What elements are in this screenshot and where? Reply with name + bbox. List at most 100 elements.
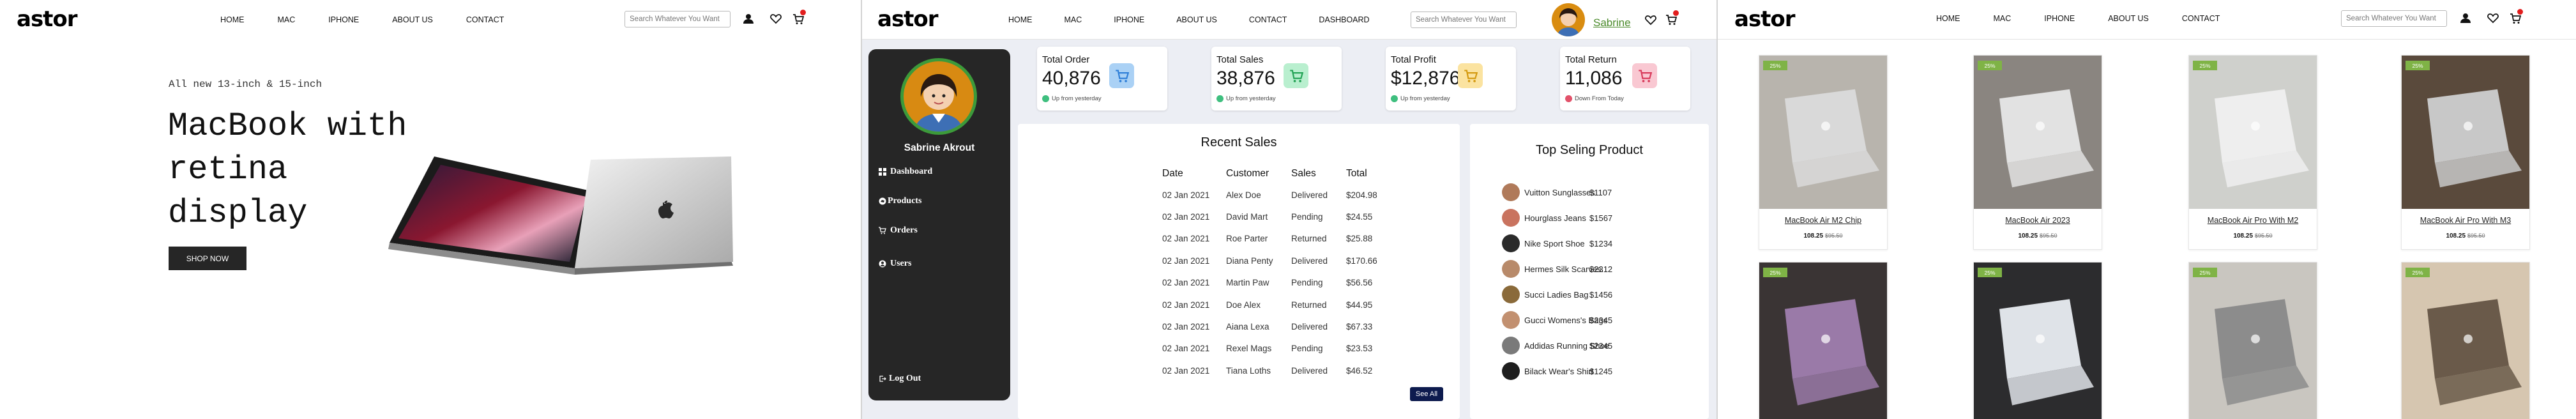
nav-dashboard[interactable]: DASHBOARD xyxy=(1319,15,1369,24)
nav-iphone[interactable]: IPHONE xyxy=(2044,14,2075,23)
user-name-link[interactable]: Sabrine xyxy=(1593,17,1631,29)
nav-mac[interactable]: MAC xyxy=(1994,14,2012,23)
old-price: $95.50 xyxy=(2255,232,2273,239)
product-price: 108.25 $95.50 xyxy=(1803,232,1843,240)
nav-iphone[interactable]: IPHONE xyxy=(328,15,359,24)
user-icon[interactable] xyxy=(743,13,754,24)
sidebar-item-orders[interactable]: Orders xyxy=(879,225,918,236)
product-price: $1234 xyxy=(1589,238,1613,248)
dashboard-header: astor HOME MAC IPHONE ABOUT US CONTACT D… xyxy=(862,0,1716,40)
product-image[interactable] xyxy=(1974,263,2102,419)
cell-date: 02 Jan 2021 xyxy=(1162,300,1210,310)
avatar[interactable] xyxy=(1552,3,1585,36)
table-row: 02 Jan 2021 David Mart Pending $24.55 xyxy=(1162,206,1397,227)
cell-status: Pending xyxy=(1291,212,1323,222)
product-image[interactable] xyxy=(1759,263,1887,419)
cell-total: $170.66 xyxy=(1346,255,1377,266)
card-trend: Up from yesterday xyxy=(1042,95,1102,102)
product-image[interactable] xyxy=(2189,263,2317,419)
logo[interactable]: astor xyxy=(17,6,78,32)
product-price: $1245 xyxy=(1589,366,1613,376)
list-item[interactable]: Succi Ladies Bag $1456 xyxy=(1502,286,1612,303)
product-card[interactable]: 25% MacBook Air 2023 108.25 $95.50 xyxy=(1973,55,2102,250)
nav-home[interactable]: HOME xyxy=(220,15,245,24)
cell-customer: Doe Alex xyxy=(1226,300,1261,310)
logo[interactable]: astor xyxy=(1734,6,1796,32)
sidebar-item-dashboard[interactable]: Dashboard xyxy=(879,167,932,177)
nav-home[interactable]: HOME xyxy=(1008,15,1033,24)
nav-about[interactable]: ABOUT US xyxy=(392,15,433,24)
profile-avatar xyxy=(900,58,977,135)
old-price: $95.50 xyxy=(2467,232,2485,239)
discount-badge: 25% xyxy=(1763,61,1787,70)
nav-about[interactable]: ABOUT US xyxy=(2108,14,2149,23)
table-row: 02 Jan 2021 Aiana Lexa Delivered $67.33 xyxy=(1162,316,1397,337)
hero-page: astor HOME MAC IPHONE ABOUT US CONTACT S… xyxy=(0,0,861,419)
list-item[interactable]: Vuitton Sunglasses $1107 xyxy=(1502,183,1612,201)
search-input[interactable]: Search Whatever You Want xyxy=(1411,11,1517,28)
table-row: 02 Jan 2021 Tiana Loths Delivered $46.52 xyxy=(1162,360,1397,381)
cart-badge xyxy=(1673,10,1679,16)
user-icon[interactable] xyxy=(2460,12,2471,24)
product-thumbnail xyxy=(1502,337,1520,354)
cart-badge xyxy=(2517,9,2523,15)
product-name-link[interactable]: MacBook Air M2 Chip xyxy=(1759,216,1887,225)
column-header: Sales xyxy=(1291,168,1316,179)
product-card[interactable]: 25% MacBook Air Pro With M3 108.25 $95.50 xyxy=(2401,55,2530,250)
table-row: 02 Jan 2021 Roe Parter Returned $25.88 xyxy=(1162,228,1397,250)
shop-now-button[interactable]: SHOP NOW xyxy=(169,247,246,270)
card-value: 38,876 xyxy=(1216,68,1275,89)
trend-up-icon xyxy=(1391,95,1398,102)
product-image[interactable] xyxy=(1759,56,1887,209)
product-name: Succi Ladies Bag xyxy=(1524,289,1589,300)
stat-card-total-return: Total Return 11,086 Down From Today xyxy=(1560,47,1690,110)
see-all-button[interactable]: See All xyxy=(1410,387,1443,401)
logout-icon xyxy=(879,376,886,382)
product-image[interactable] xyxy=(1974,56,2102,209)
sidebar-item-label: Users xyxy=(890,259,912,268)
search-input[interactable]: Search Whatever You Want xyxy=(2341,10,2447,27)
column-header: Customer xyxy=(1226,168,1269,179)
nav-about[interactable]: ABOUT US xyxy=(1176,15,1217,24)
nav-mac[interactable]: MAC xyxy=(1064,15,1082,24)
product-name-link[interactable]: MacBook Air Pro With M3 xyxy=(2402,216,2529,225)
product-image[interactable] xyxy=(2189,56,2317,209)
logout-button[interactable]: Log Out xyxy=(879,374,921,384)
nav-contact[interactable]: CONTACT xyxy=(2182,14,2220,23)
nav-home[interactable]: HOME xyxy=(1936,14,1960,23)
product-card[interactable]: 25% MacBook Air Pro With M2 108.25 $95.50 xyxy=(2188,55,2317,250)
product-card[interactable]: 25% xyxy=(2401,262,2530,419)
product-card[interactable]: 25% xyxy=(1759,262,1888,419)
heart-icon[interactable] xyxy=(770,13,782,24)
logo[interactable]: astor xyxy=(877,6,939,32)
sidebar-item-users[interactable]: Users xyxy=(879,259,911,269)
nav-mac[interactable]: MAC xyxy=(278,15,296,24)
list-item[interactable]: Gucci Womens's Bags $2345 xyxy=(1502,311,1612,329)
list-item[interactable]: Hermes Silk Scarves. $2312 xyxy=(1502,260,1612,278)
trend-up-icon xyxy=(1042,95,1049,102)
list-item[interactable]: Nike Sport Shoe $1234 xyxy=(1502,234,1612,252)
sidebar-item-label: Orders xyxy=(890,225,918,235)
list-item[interactable]: Bilack Wear's Shirt $1245 xyxy=(1502,362,1612,380)
product-name-link[interactable]: MacBook Air Pro With M2 xyxy=(2189,216,2317,225)
list-item[interactable]: Addidas Running Shoe $2345 xyxy=(1502,337,1612,354)
product-card[interactable]: 25% MacBook Air M2 Chip 108.25 $95.50 xyxy=(1759,55,1888,250)
product-card[interactable]: 25% xyxy=(1973,262,2102,419)
top-selling-panel: Top Seling Product Vuitton Sunglasses $11… xyxy=(1470,124,1709,419)
nav-iphone[interactable]: IPHONE xyxy=(1114,15,1144,24)
heart-icon[interactable] xyxy=(2487,12,2499,24)
product-name-link[interactable]: MacBook Air 2023 xyxy=(1974,216,2102,225)
product-image[interactable] xyxy=(2402,263,2529,419)
recent-sales-panel: Recent Sales Date Customer Sales Total 0… xyxy=(1018,124,1460,419)
sidebar-item-products[interactable]: Products xyxy=(879,196,921,206)
heart-icon[interactable] xyxy=(1645,14,1656,26)
nav-contact[interactable]: CONTACT xyxy=(466,15,504,24)
product-image[interactable] xyxy=(2402,56,2529,209)
product-price: $2345 xyxy=(1589,340,1613,351)
list-item[interactable]: Hourglass Jeans $1567 xyxy=(1502,209,1612,227)
product-card[interactable]: 25% xyxy=(2188,262,2317,419)
product-price: $1107 xyxy=(1589,187,1612,197)
nav-contact[interactable]: CONTACT xyxy=(1249,15,1287,24)
product-thumbnail xyxy=(1502,234,1520,252)
search-input[interactable]: Search Whatever You Want xyxy=(625,11,731,27)
